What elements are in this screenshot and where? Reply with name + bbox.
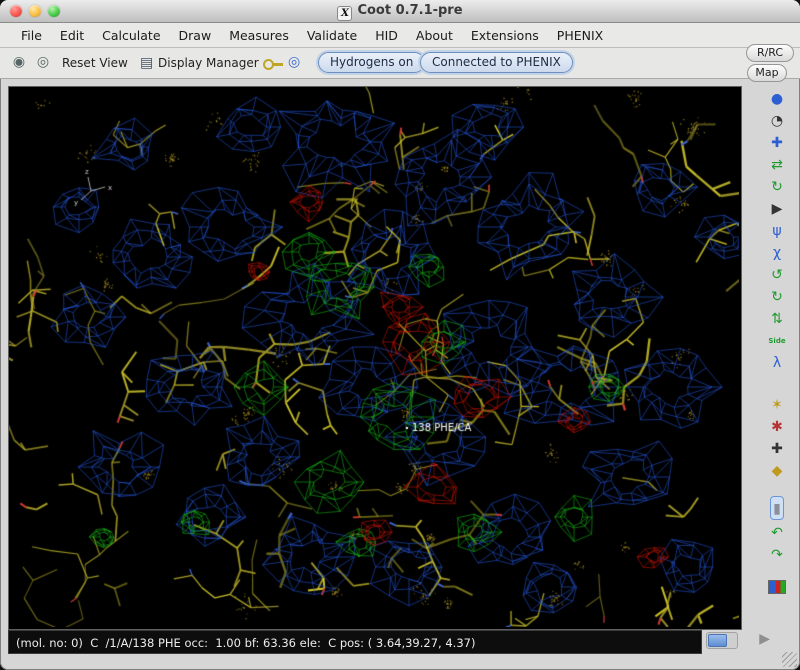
rotamer-icon[interactable]: ψ bbox=[766, 222, 788, 240]
mutate-icon[interactable]: ◆ bbox=[766, 462, 788, 480]
redo-icon[interactable]: ↷ bbox=[766, 546, 788, 564]
display-manager-icon[interactable]: ▤ bbox=[140, 55, 153, 71]
status-bar: (mol. no: 0) C /1/A/138 PHE occ: 1.00 bf… bbox=[8, 630, 702, 654]
menu-edit[interactable]: Edit bbox=[51, 25, 93, 46]
menu-validate[interactable]: Validate bbox=[298, 25, 366, 46]
goto-atom-icon[interactable]: ◎ bbox=[288, 54, 300, 70]
clock-icon[interactable]: ◔ bbox=[766, 112, 788, 130]
pepflip-icon[interactable]: ⇅ bbox=[766, 310, 788, 328]
rigid-body-icon[interactable]: ↻ bbox=[766, 288, 788, 306]
menu-about[interactable]: About bbox=[407, 25, 462, 46]
radiation-icon[interactable]: ✶ bbox=[766, 396, 788, 414]
side-chain-flip-icon[interactable]: Side bbox=[766, 332, 788, 350]
title-bar[interactable]: XCoot 0.7.1-pre bbox=[0, 0, 800, 23]
window-title: XCoot 0.7.1-pre bbox=[0, 3, 800, 21]
menu-extensions[interactable]: Extensions bbox=[462, 25, 548, 46]
regularize-icon[interactable]: ⇄ bbox=[766, 156, 788, 174]
rotate-translate-icon[interactable]: ↺ bbox=[766, 266, 788, 284]
add-atom-icon[interactable]: ✚ bbox=[766, 440, 788, 458]
display-manager-button[interactable]: Display Manager bbox=[158, 56, 259, 70]
status-scrollbar[interactable] bbox=[706, 632, 738, 649]
scrollbar-thumb[interactable] bbox=[708, 634, 727, 647]
menu-hid[interactable]: HID bbox=[366, 25, 407, 46]
spin-icon[interactable]: ◉ bbox=[10, 54, 28, 72]
menu-phenix[interactable]: PHENIX bbox=[548, 25, 612, 46]
x11-icon: X bbox=[337, 6, 352, 21]
refine-zone-icon[interactable]: ↻ bbox=[766, 178, 788, 196]
resize-grip[interactable] bbox=[782, 652, 797, 667]
phenix-connection-button[interactable]: Connected to PHENIX bbox=[420, 52, 573, 73]
rock-icon[interactable]: ◎ bbox=[34, 54, 52, 72]
expand-triangle-icon[interactable]: ▶ bbox=[759, 631, 770, 647]
key-icon[interactable] bbox=[263, 59, 274, 70]
edit-backbone-icon[interactable]: λ bbox=[766, 354, 788, 372]
reset-view-button[interactable]: Reset View bbox=[62, 56, 128, 70]
move-zone-icon[interactable]: ✚ bbox=[766, 134, 788, 152]
chi-angles-icon[interactable]: χ bbox=[766, 244, 788, 262]
gl-canvas[interactable] bbox=[9, 87, 739, 627]
map-sphere-icon[interactable]: ● bbox=[766, 90, 788, 108]
run-arrow-icon[interactable]: ▶ bbox=[766, 200, 788, 218]
rrc-button[interactable]: R/RC bbox=[746, 44, 794, 62]
gl-viewport bbox=[8, 86, 742, 630]
map-button[interactable]: Map bbox=[747, 64, 787, 82]
image-icon[interactable] bbox=[768, 580, 786, 594]
coot-window: XCoot 0.7.1-pre File Edit Calculate Draw… bbox=[0, 0, 800, 670]
menu-file[interactable]: File bbox=[12, 25, 51, 46]
menu-measures[interactable]: Measures bbox=[220, 25, 298, 46]
delete-button-selected[interactable]: ▮ bbox=[770, 496, 784, 520]
ligand-icon[interactable]: ✱ bbox=[766, 418, 788, 436]
delete-icon[interactable]: ▮ bbox=[773, 501, 781, 517]
menu-draw[interactable]: Draw bbox=[170, 25, 221, 46]
modelling-toolbar: ● ◔ ✚ ⇄ ↻ ▶ ψ χ ↺ ↻ ⇅ Side λ ✶ ✱ ✚ ◆ ▮ ↶… bbox=[758, 90, 796, 594]
undo-icon[interactable]: ↶ bbox=[766, 524, 788, 542]
hydrogens-toggle-button[interactable]: Hydrogens on bbox=[318, 52, 425, 73]
main-toolbar: ◉ ◎ Reset View ▤ Display Manager ◎ Hydro… bbox=[0, 48, 800, 79]
menu-bar: File Edit Calculate Draw Measures Valida… bbox=[0, 23, 800, 48]
menu-calculate[interactable]: Calculate bbox=[93, 25, 169, 46]
